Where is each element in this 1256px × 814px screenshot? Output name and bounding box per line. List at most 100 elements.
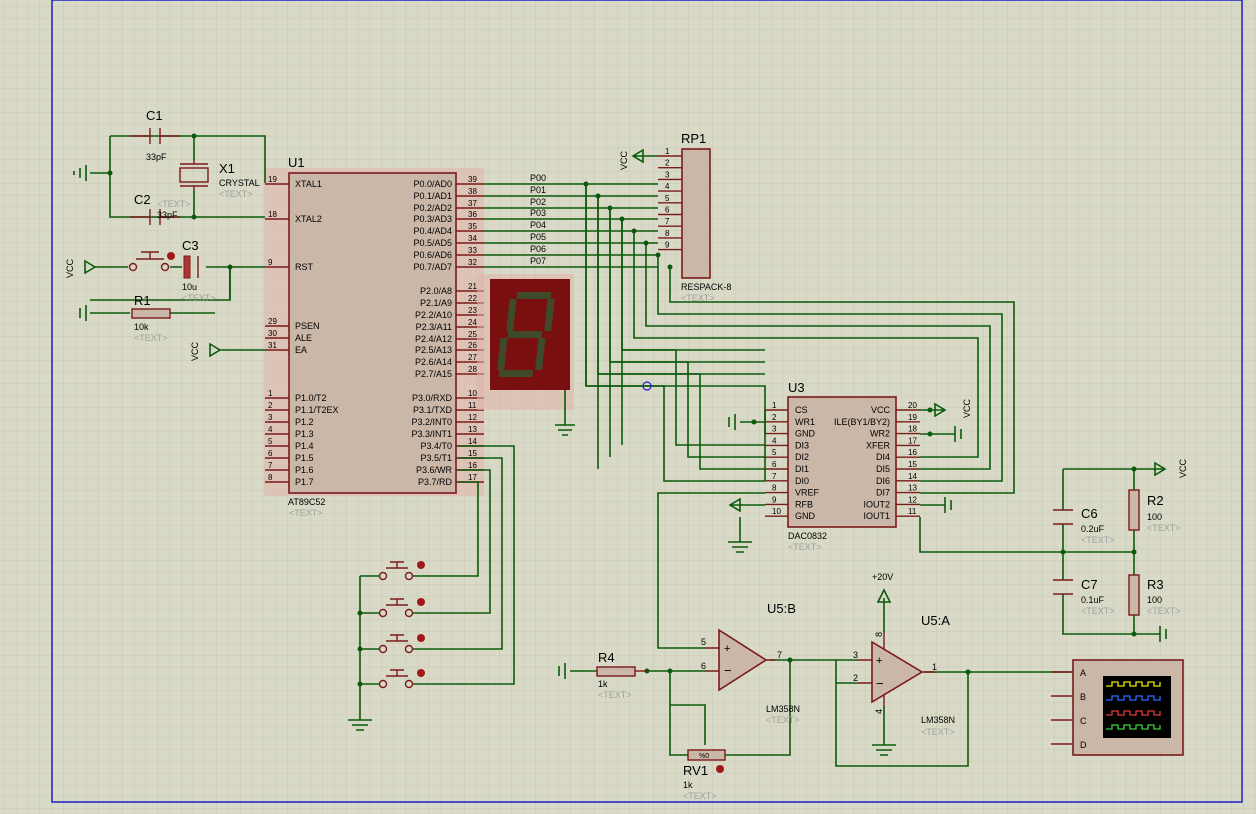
u3-pin-label: WR1: [795, 417, 815, 427]
rv1-ref: RV1: [683, 763, 708, 778]
u1-pin-label: XTAL2: [295, 214, 322, 224]
u5b-pin-plus: 5: [701, 637, 706, 647]
u1-pin-label: P0.2/AD2: [413, 203, 452, 213]
c2-value: 33pF: [157, 210, 178, 220]
u1-pin-number: 26: [468, 341, 477, 350]
u1-pin-label: P1.4: [295, 441, 314, 451]
u3-pin-number: 14: [908, 472, 917, 481]
u3-pin-label: DI6: [876, 476, 890, 486]
svg-text:−: −: [876, 676, 884, 691]
u1-ref: U1: [288, 155, 305, 170]
bus-label: P03: [530, 208, 546, 218]
u3-part: DAC0832: [788, 531, 827, 541]
u5b-pin-out: 7: [777, 650, 782, 660]
u1-pin-label: P2.4/A12: [415, 334, 452, 344]
x1-part: CRYSTAL: [219, 178, 260, 188]
u3-pin-label: DI0: [795, 476, 809, 486]
bus-label: P05: [530, 232, 546, 242]
u3-pin-number: 2: [772, 413, 777, 422]
u1-pin-number: 25: [468, 330, 477, 339]
u5b-text: <TEXT>: [766, 715, 800, 725]
u3-pin-label: CS: [795, 405, 808, 415]
r3-text: <TEXT>: [1147, 606, 1181, 616]
u1-pin-label: P0.1/AD1: [413, 191, 452, 201]
rp1-pin-number: 6: [665, 206, 670, 215]
rv1-text: <TEXT>: [683, 791, 717, 801]
u3-pin-number: 20: [908, 401, 917, 410]
u3-pin-label: DI5: [876, 464, 890, 474]
u1-pin-number: 5: [268, 437, 273, 446]
u3-pin-number: 7: [772, 472, 777, 481]
u1-pin-label: PSEN: [295, 321, 320, 331]
vcc-label-dac: VCC: [962, 398, 972, 418]
u1-pin-number: 35: [468, 222, 477, 231]
c6-value: 0.2uF: [1081, 524, 1105, 534]
r3-value: 100: [1147, 595, 1162, 605]
u1-pin-number: 13: [468, 425, 477, 434]
u1-pin-number: 33: [468, 246, 477, 255]
svg-text:+: +: [876, 655, 882, 667]
r1-value: 10k: [134, 322, 149, 332]
supply-label: +20V: [872, 572, 893, 582]
u1-pin-number: 3: [268, 413, 273, 422]
u1-part: AT89C52: [288, 497, 325, 507]
u3-pin-number: 17: [908, 436, 917, 445]
c6-text: <TEXT>: [1081, 535, 1115, 545]
u3-pin-label: DI2: [795, 452, 809, 462]
u1-pin-number: 21: [468, 282, 477, 291]
u1-pin-label: P1.2: [295, 417, 314, 427]
vcc-label-rst: VCC: [65, 258, 75, 278]
c3-text: <TEXT>: [182, 293, 216, 303]
u1-microcontroller[interactable]: U1 AT89C52 <TEXT> 19 XTAL118 XTAL29 RST29 PS…: [264, 155, 484, 518]
u3-pin-number: 18: [908, 425, 917, 434]
u1-text: <TEXT>: [289, 508, 323, 518]
r4-value: 1k: [598, 679, 608, 689]
u1-pin-number: 9: [268, 258, 273, 267]
schematic-canvas[interactable]: U1 AT89C52 <TEXT> 19 XTAL118 XTAL29 RST29 PS…: [0, 0, 1256, 814]
u1-pin-label: P1.3: [295, 429, 314, 439]
r3-ref: R3: [1147, 577, 1164, 592]
u3-pin-label: DI3: [795, 440, 809, 450]
rp1-ref: RP1: [681, 131, 706, 146]
u3-dac[interactable]: U3 DAC0832 <TEXT> 1 CS 2 WR1 3 GND 4 DI3 5 DI2 6 DI…: [765, 380, 920, 552]
u3-pin-number: 5: [772, 448, 777, 457]
r1-ref: R1: [134, 293, 151, 308]
u3-pin-label: XFER: [866, 440, 891, 450]
rp1-pin-number: 5: [665, 194, 670, 203]
rp1-pin-number: 8: [665, 229, 670, 238]
bus-label: P01: [530, 185, 546, 195]
u1-pin-label: P3.7/RD: [418, 477, 453, 487]
u1-pin-number: 30: [268, 329, 277, 338]
u1-pin-number: 10: [468, 389, 477, 398]
u3-pin-number: 9: [772, 495, 777, 504]
u1-pin-number: 37: [468, 199, 477, 208]
u1-pin-label: P0.6/AD6: [413, 250, 452, 260]
rv1-value: 1k: [683, 780, 693, 790]
u1-pin-label: P3.2/INT0: [411, 417, 452, 427]
u1-pin-label: P3.5/T1: [420, 453, 452, 463]
rp1-pin-number: 4: [665, 182, 670, 191]
u3-pin-label: DI4: [876, 452, 890, 462]
u1-pin-label: P2.2/A10: [415, 310, 452, 320]
u3-pin-label: VREF: [795, 488, 820, 498]
c1-ref: C1: [146, 108, 163, 123]
u3-ref: U3: [788, 380, 805, 395]
u1-pin-number: 4: [268, 425, 273, 434]
c2-ref: C2: [134, 192, 151, 207]
u1-pin-label: P2.3/A11: [416, 322, 452, 332]
svg-text:−: −: [724, 663, 732, 678]
u3-pin-number: 19: [908, 413, 917, 422]
u3-pin-number: 3: [772, 425, 777, 434]
u1-pin-label: P1.1/T2EX: [295, 405, 339, 415]
u5a-ref: U5:A: [921, 613, 950, 628]
u1-pin-number: 14: [468, 437, 477, 446]
u3-pin-number: 1: [772, 401, 777, 410]
scope-channel-label: D: [1080, 740, 1087, 750]
u5a-pin-minus: 2: [853, 673, 858, 683]
scope-channel-label: A: [1080, 668, 1086, 678]
u1-right-pins: 39 P0.0/AD0 38 P0.1/AD1 37 P0.2/AD2 36 P0.3/AD3…: [411, 175, 484, 487]
vcc-label-ea: VCC: [190, 341, 200, 361]
vcc-label-rp1: VCC: [619, 150, 629, 170]
u3-pin-label: IOUT1: [863, 511, 890, 521]
u1-pin-label: P2.7/A15: [415, 369, 452, 379]
